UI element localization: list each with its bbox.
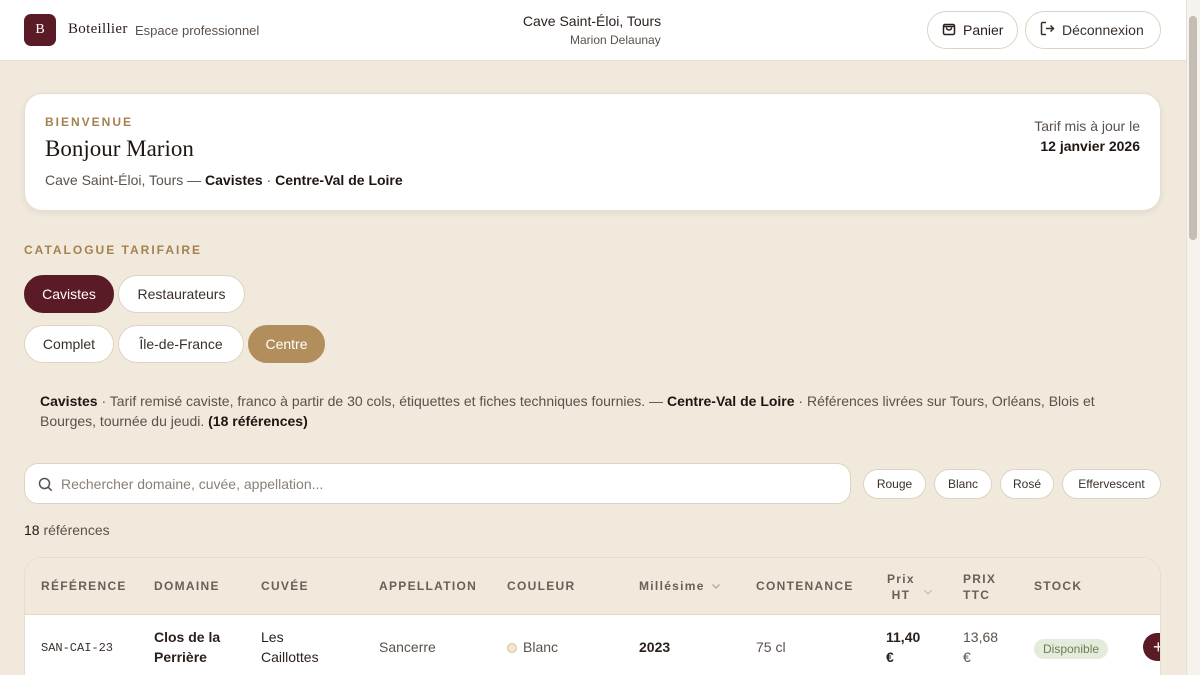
table-header: RÉFÉRENCE DOMAINE CUVÉE APPELLATION COUL… bbox=[25, 558, 1160, 615]
results-count-number: 18 bbox=[24, 522, 40, 538]
cell-millesime: 2023 bbox=[639, 639, 671, 655]
col-prix-ht-line2: HT bbox=[891, 588, 911, 602]
logout-label: Déconnexion bbox=[1062, 22, 1144, 38]
col-cuvee[interactable]: CUVÉE bbox=[261, 579, 309, 593]
desc-segment-text: · Tarif remisé caviste, franco à partir … bbox=[97, 393, 667, 409]
sort-chevron-icon bbox=[923, 583, 933, 601]
col-reference[interactable]: RÉFÉRENCE bbox=[41, 579, 127, 593]
col-contenance[interactable]: CONTENANCE bbox=[756, 579, 854, 593]
cart-button[interactable]: Panier bbox=[927, 11, 1018, 49]
col-millesime[interactable]: Millésime bbox=[639, 579, 721, 593]
welcome-subtitle: Cave Saint-Éloi, Tours — Cavistes · Cent… bbox=[45, 172, 403, 188]
tarif-update-label: Tarif mis à jour le bbox=[1034, 118, 1140, 134]
tarif-update-date: 12 janvier 2026 bbox=[1040, 138, 1140, 154]
store-user: Marion Delaunay bbox=[570, 33, 661, 47]
cell-contenance: 75 cl bbox=[756, 639, 786, 655]
filter-rouge[interactable]: Rouge bbox=[863, 469, 926, 499]
cell-prix-ht-currency: € bbox=[886, 649, 894, 665]
desc-region: Centre-Val de Loire bbox=[666, 393, 795, 409]
welcome-segment: Cavistes bbox=[205, 172, 263, 188]
cell-domaine-line1: Clos de la bbox=[154, 629, 221, 645]
col-appellation[interactable]: APPELLATION bbox=[379, 579, 477, 593]
col-prix-ht-line1: Prix bbox=[887, 572, 915, 586]
welcome-store: Cave Saint-Éloi, Tours — bbox=[45, 172, 206, 188]
region-tab-centre[interactable]: Centre bbox=[248, 325, 325, 363]
cell-reference: SAN-CAI-23 bbox=[41, 641, 114, 655]
desc-segment: Cavistes bbox=[40, 393, 98, 409]
catalogue-label: CATALOGUE TARIFAIRE bbox=[24, 243, 202, 257]
scrollbar-thumb[interactable] bbox=[1189, 16, 1197, 240]
col-prix-ttc[interactable]: PRIX TTC bbox=[963, 571, 996, 603]
stock-badge: Disponible bbox=[1034, 639, 1109, 659]
sort-chevron-icon bbox=[711, 579, 721, 593]
results-count-label: références bbox=[39, 522, 110, 538]
filter-blanc[interactable]: Blanc bbox=[934, 469, 992, 499]
cell-prix-ttc-currency: € bbox=[963, 649, 971, 665]
add-to-cart-button[interactable]: + bbox=[1143, 633, 1160, 661]
cell-prix-ttc: 13,68 € bbox=[963, 627, 998, 667]
tarif-update: Tarif mis à jour le 12 janvier 2026 bbox=[1034, 116, 1140, 156]
color-dot bbox=[507, 643, 517, 653]
welcome-eyebrow: BIENVENUE bbox=[45, 115, 134, 129]
cell-cuvee-line1: Les bbox=[261, 629, 284, 645]
desc-count: (18 références) bbox=[208, 413, 308, 429]
cell-domaine-line2: Perrière bbox=[154, 649, 207, 665]
segment-tab-cavistes[interactable]: Cavistes bbox=[24, 275, 114, 313]
cell-domaine: Clos de la Perrière bbox=[154, 627, 220, 667]
search-input[interactable] bbox=[61, 474, 821, 494]
col-domaine[interactable]: DOMAINE bbox=[154, 579, 220, 593]
search-box[interactable] bbox=[24, 463, 851, 504]
welcome-card: BIENVENUE Bonjour Marion Cave Saint-Éloi… bbox=[24, 93, 1161, 211]
segment-tab-restaurateurs[interactable]: Restaurateurs bbox=[118, 275, 245, 313]
cart-label: Panier bbox=[963, 22, 1004, 38]
catalogue-description: Cavistes · Tarif remisé caviste, franco … bbox=[40, 391, 1150, 431]
cell-appellation: Sancerre bbox=[379, 639, 436, 655]
col-prix-ht[interactable]: Prix HT bbox=[887, 571, 915, 603]
cell-couleur-label: Blanc bbox=[523, 639, 559, 655]
welcome-region: Centre-Val de Loire bbox=[275, 172, 403, 188]
filter-rose[interactable]: Rosé bbox=[1000, 469, 1054, 499]
col-prix-ttc-line1: PRIX bbox=[963, 572, 997, 586]
cell-prix-ttc-value: 13,68 bbox=[963, 629, 999, 645]
region-tab-complet[interactable]: Complet bbox=[24, 325, 114, 363]
price-table: RÉFÉRENCE DOMAINE CUVÉE APPELLATION COUL… bbox=[24, 557, 1161, 675]
cell-cuvee-line2: Caillottes bbox=[261, 649, 319, 665]
cell-prix-ht-value: 11,40 bbox=[886, 629, 921, 645]
welcome-separator: · bbox=[262, 172, 276, 188]
logout-icon bbox=[1040, 21, 1055, 39]
shopping-bag-icon bbox=[942, 21, 956, 39]
col-prix-ttc-line2: TTC bbox=[963, 588, 991, 602]
filter-effervescent[interactable]: Effervescent bbox=[1062, 469, 1161, 499]
store-name-text: Cave Saint-Éloi, Tours bbox=[522, 13, 662, 29]
top-bar: B Boteillier Espace professionnel Cave S… bbox=[0, 0, 1186, 61]
cell-prix-ht: 11,40 € bbox=[886, 627, 920, 667]
logout-button[interactable]: Déconnexion bbox=[1025, 11, 1161, 49]
scrollbar[interactable] bbox=[1186, 0, 1200, 675]
welcome-title: Bonjour Marion bbox=[45, 136, 194, 161]
col-stock[interactable]: STOCK bbox=[1034, 579, 1082, 593]
cell-couleur: Blanc bbox=[507, 637, 558, 657]
col-millesime-label: Millésime bbox=[639, 579, 705, 593]
region-tab-ile-de-france[interactable]: Île-de-France bbox=[118, 325, 244, 363]
results-count: 18 références bbox=[24, 522, 110, 538]
cell-cuvee: Les Caillottes bbox=[261, 627, 319, 667]
col-couleur[interactable]: COULEUR bbox=[507, 579, 575, 593]
